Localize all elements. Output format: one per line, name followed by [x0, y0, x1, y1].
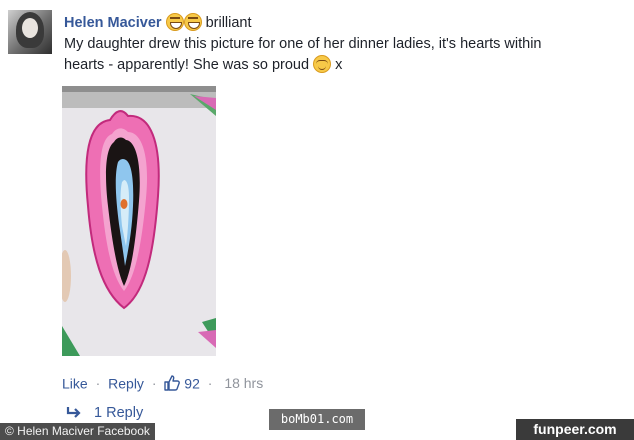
comment-header-text: brilliant: [205, 15, 252, 31]
comment-suffix: x: [335, 57, 343, 73]
action-separator: ·: [207, 375, 213, 392]
smiling-emoji-icon: [313, 55, 332, 73]
photo-credit: © Helen Maciver Facebook: [0, 423, 155, 440]
reply-arrow-icon: [66, 405, 86, 421]
comment-actions: Like · Reply · 92 · 18 hrs: [62, 374, 263, 392]
replies-label[interactable]: 1 Reply: [94, 405, 143, 421]
comment-text-line-2: hearts - apparently! She was so proud x: [64, 55, 624, 76]
watermark-funpeer: funpeer.com: [516, 419, 634, 440]
hearts-drawing-image: [62, 86, 216, 356]
comment-photo[interactable]: [62, 86, 216, 356]
action-separator: ·: [151, 375, 157, 392]
comment-timestamp[interactable]: 18 hrs: [224, 375, 263, 391]
avatar-face: [22, 18, 38, 38]
comment-header-line: Helen Maciver brilliant: [64, 13, 624, 34]
laughing-emoji-icon: [183, 13, 202, 31]
comment-text-line-2-text: hearts - apparently! She was so proud: [64, 57, 310, 73]
author-avatar[interactable]: [8, 10, 52, 54]
comment-text-line-1: My daughter drew this picture for one of…: [64, 36, 542, 52]
watermark-bomb01: boMb01.com: [269, 409, 365, 430]
laughing-emoji-icon: [165, 13, 184, 31]
action-separator: ·: [95, 375, 101, 392]
author-name[interactable]: Helen Maciver: [64, 15, 162, 31]
view-replies-link[interactable]: 1 Reply: [66, 405, 143, 421]
comment-body: Helen Maciver brilliant My daughter drew…: [64, 13, 624, 76]
like-count[interactable]: 92: [184, 375, 200, 391]
thumbs-up-icon[interactable]: [164, 375, 184, 392]
like-link[interactable]: Like: [62, 375, 88, 391]
reply-link[interactable]: Reply: [108, 375, 144, 391]
